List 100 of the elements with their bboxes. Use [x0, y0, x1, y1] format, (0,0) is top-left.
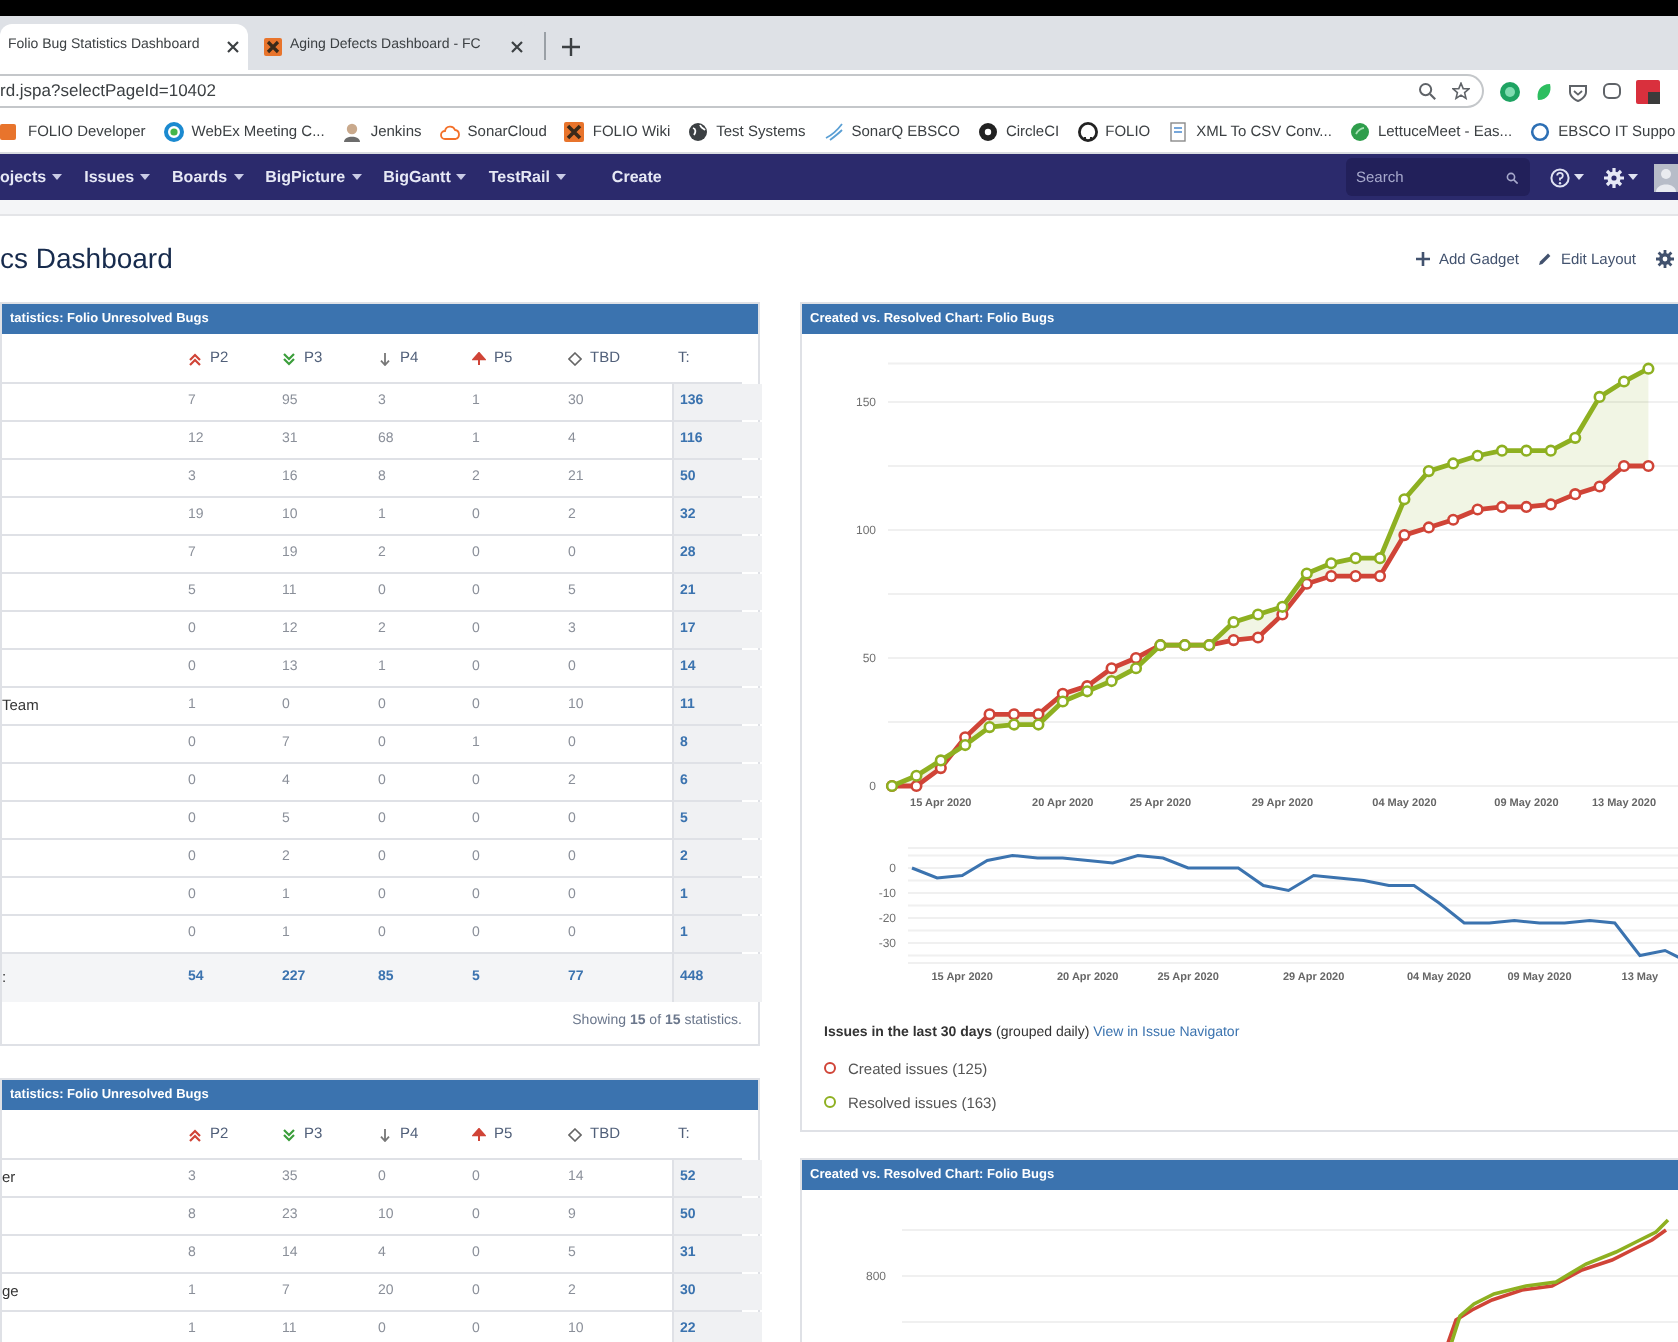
star-icon[interactable]	[1452, 82, 1470, 100]
point	[1642, 459, 1655, 473]
point	[1105, 662, 1118, 675]
search-icon	[1506, 172, 1518, 184]
arrow-down-icon	[378, 1127, 392, 1141]
plus-icon[interactable]	[562, 38, 580, 56]
arrow-up-icon	[472, 351, 486, 365]
point	[1617, 459, 1631, 473]
nav-menu-item[interactable]: TestRail	[488, 165, 566, 189]
square-icon[interactable]	[1636, 79, 1660, 103]
settings-button[interactable]	[1604, 167, 1638, 187]
point	[1544, 444, 1557, 457]
point	[1056, 695, 1069, 708]
double-chevron-up-icon	[188, 1127, 202, 1141]
point	[1227, 616, 1240, 629]
cloud-icon	[439, 122, 460, 142]
point	[1593, 390, 1606, 403]
point	[1032, 718, 1045, 731]
point	[1032, 708, 1045, 721]
caret-icon	[140, 174, 151, 180]
settings-icon[interactable]	[1656, 250, 1674, 268]
point	[983, 708, 996, 721]
point	[1129, 662, 1143, 675]
point	[1520, 444, 1533, 457]
plus-icon	[1416, 252, 1431, 266]
circle-icon[interactable]	[1500, 81, 1520, 101]
chat-icon[interactable]	[1602, 81, 1622, 101]
point	[1447, 513, 1460, 526]
arrow-down-icon	[378, 351, 392, 365]
ring-icon	[1530, 122, 1551, 142]
point	[1081, 685, 1094, 698]
point	[1447, 457, 1460, 470]
point	[910, 779, 923, 793]
point	[1007, 708, 1021, 721]
point	[910, 769, 923, 782]
url-text: rd.jspa?selectPageId=10402	[0, 78, 216, 104]
point	[1129, 651, 1143, 665]
circle-icon	[977, 122, 998, 142]
person-icon	[342, 122, 363, 142]
point	[1325, 557, 1338, 570]
point	[1422, 521, 1435, 534]
diamond-icon	[568, 351, 582, 365]
point	[934, 754, 947, 767]
caret-icon	[456, 174, 467, 180]
point	[1105, 674, 1118, 688]
globe-icon	[688, 122, 709, 142]
point	[1251, 608, 1265, 621]
point	[1569, 431, 1582, 444]
close-icon[interactable]	[510, 40, 524, 54]
point	[1398, 493, 1411, 506]
point	[1569, 488, 1582, 501]
point	[1349, 569, 1362, 583]
double-chevron-down-icon	[282, 1127, 296, 1141]
nav-menu-item[interactable]: Create	[611, 165, 662, 189]
nav-menu-item[interactable]: BigGantt	[383, 165, 467, 189]
point	[1471, 449, 1484, 462]
nav-menu-item[interactable]: Boards	[172, 165, 244, 189]
arrow-up-icon	[472, 1127, 486, 1141]
caret-icon	[351, 174, 362, 180]
close-icon[interactable]	[226, 40, 240, 54]
leaf-icon	[1349, 122, 1370, 142]
point	[1373, 569, 1387, 583]
caret-icon	[1574, 174, 1584, 180]
point	[1593, 480, 1606, 493]
square-icon	[0, 122, 20, 142]
nav-menu-item[interactable]: ojects	[0, 165, 63, 189]
nav-menu-item[interactable]: Issues	[84, 165, 151, 189]
caret-icon	[1628, 174, 1638, 180]
double-chevron-up-icon	[188, 351, 202, 365]
nav-menu-item[interactable]: BigPicture	[265, 165, 362, 189]
point	[1544, 498, 1557, 511]
pencil-icon	[1538, 252, 1553, 266]
cross-icon	[564, 122, 585, 142]
avatar-icon[interactable]	[1654, 163, 1678, 191]
point	[1471, 503, 1484, 516]
diamond-icon	[568, 1127, 582, 1141]
document-icon	[1168, 122, 1189, 142]
dashboard-title: cs Dashboard	[0, 240, 173, 278]
point	[1227, 633, 1240, 647]
point	[1007, 718, 1021, 731]
double-chevron-down-icon	[282, 351, 296, 365]
point	[1495, 444, 1509, 457]
point	[1276, 600, 1289, 613]
help-button[interactable]	[1550, 167, 1584, 187]
point	[1642, 362, 1655, 375]
point	[983, 721, 996, 734]
point	[1422, 465, 1435, 478]
point	[1520, 500, 1533, 514]
caret-icon	[555, 174, 566, 180]
point	[1300, 567, 1313, 580]
shield-icon[interactable]	[1568, 81, 1588, 101]
point	[1325, 569, 1338, 583]
search-icon[interactable]	[1418, 82, 1436, 100]
help-icon	[1550, 167, 1570, 187]
address-field[interactable]: rd.jspa?selectPageId=10402	[0, 74, 1484, 108]
point	[959, 738, 972, 752]
caret-icon	[52, 174, 63, 180]
point	[1398, 529, 1411, 542]
point	[1349, 552, 1362, 565]
point	[1251, 631, 1265, 644]
